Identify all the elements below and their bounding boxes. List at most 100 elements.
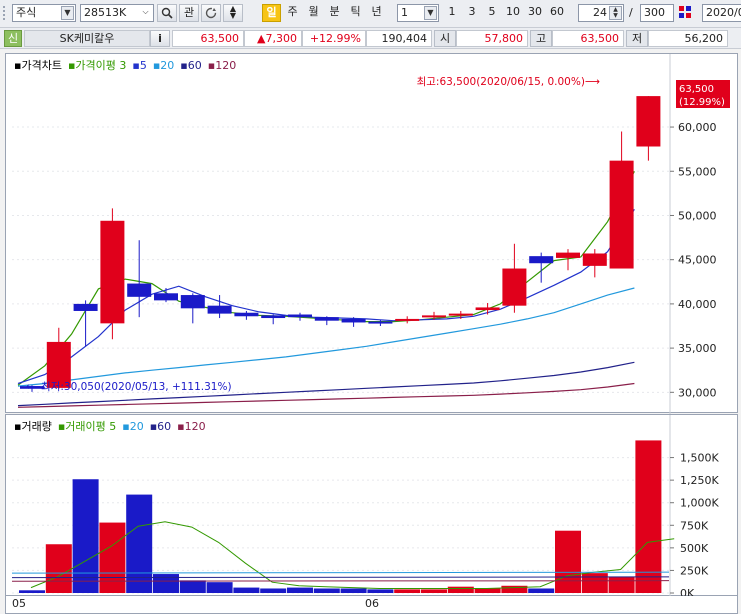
price-y-tick: 50,000	[678, 209, 717, 222]
date-input[interactable]: 2020/0	[702, 4, 741, 22]
volume-bar	[179, 580, 206, 593]
candle-body	[234, 312, 259, 317]
tab-day[interactable]: 일	[262, 4, 281, 22]
badge-new: 신	[4, 30, 22, 47]
candle-body	[422, 315, 446, 318]
preset-5[interactable]: 5	[483, 4, 501, 22]
price-legend: ▪가격차트 ▪가격이평 3 ▪5 ▪20 ▪60 ▪120	[14, 59, 236, 72]
volume-y-tick: 1,500K	[680, 452, 719, 465]
price-y-tick: 35,000	[678, 342, 717, 355]
price-legend-item: ▪가격차트	[14, 59, 62, 72]
chevron-down-icon[interactable]: ▼	[424, 6, 437, 20]
tab-minute[interactable]: 분	[325, 4, 344, 22]
price-y-tick: 60,000	[678, 121, 717, 134]
candle-body	[529, 256, 554, 264]
price-legend-item: ▪20	[153, 59, 174, 72]
volume-bar	[153, 574, 179, 593]
code-input[interactable]: 28513K ⌵	[80, 4, 154, 22]
volume-legend-item: ▪20	[122, 420, 143, 433]
preset-30[interactable]: 30	[525, 4, 545, 22]
preset-10[interactable]: 10	[503, 4, 523, 22]
price-legend-item: ▪60	[180, 59, 201, 72]
current-price-tag-value: 63,500	[679, 84, 714, 95]
volume-chart-panel[interactable]: ▪거래량 ▪거래이평 5 ▪20 ▪60 ▪120 1,500K 1,250K 1,000K…	[5, 414, 739, 600]
volume-bar	[635, 440, 662, 593]
count-input[interactable]: 24 ▲ ▼	[578, 4, 624, 22]
volume-bar	[555, 530, 581, 593]
volume-y-tick: 500K	[680, 542, 709, 555]
link-button[interactable]: 관	[179, 4, 199, 22]
volume-chart-svg[interactable]: ▪거래량 ▪거래이평 5 ▪20 ▪60 ▪120 1,500K 1,250K 1,000K…	[6, 415, 739, 600]
volume-bar	[126, 494, 153, 593]
total-input[interactable]: 300	[640, 4, 674, 22]
volume-bar	[233, 587, 260, 593]
info-button[interactable]: i	[150, 30, 170, 47]
high-annotation: 최고:63,500(2020/06/15, 0.00%)⟶	[417, 76, 600, 88]
open-price: 57,800	[456, 30, 528, 47]
trade-volume: 190,404	[366, 30, 432, 47]
candle-body	[100, 220, 125, 324]
candle-body	[341, 318, 366, 323]
low-price: 56,200	[648, 30, 728, 47]
volume-bar	[447, 586, 474, 593]
volume-legend-item: ▪거래량	[14, 420, 52, 433]
market-select[interactable]: 주식 ▼	[12, 4, 76, 22]
chevron-down-icon[interactable]: ⌵	[139, 6, 152, 20]
tab-week[interactable]: 주	[283, 4, 302, 22]
candle-body	[448, 313, 473, 316]
stepper-button[interactable]: ▲ ▼	[223, 4, 243, 22]
tab-tick[interactable]: 틱	[346, 4, 365, 22]
x-tick-05: 05	[12, 597, 26, 610]
preset-1[interactable]: 1	[443, 4, 461, 22]
price-y-tick: 30,000	[678, 386, 717, 399]
volume-bar	[394, 589, 421, 593]
count-value: 24	[593, 6, 607, 19]
tab-month[interactable]: 월	[304, 4, 323, 22]
count-separator: /	[629, 6, 633, 19]
volume-bar	[19, 590, 45, 593]
spin-icon[interactable]: ▲ ▼	[609, 6, 622, 20]
search-button[interactable]	[157, 4, 177, 22]
market-select-value: 주식	[16, 6, 37, 19]
price-y-tick: 45,000	[678, 254, 717, 267]
code-input-value: 28513K	[84, 6, 127, 19]
price-legend-item: ▪5	[132, 59, 146, 72]
volume-bar	[581, 573, 608, 593]
chevron-down-icon[interactable]: ▼	[61, 6, 74, 20]
candle-body	[261, 315, 286, 319]
price-y-tick: 55,000	[678, 165, 717, 178]
stock-name: SK케미칼우	[24, 30, 150, 47]
settings-icon[interactable]	[678, 5, 694, 21]
volume-y-tick: 1,250K	[680, 474, 719, 487]
chart-toolbar: 주식 ▼ 28513K ⌵ 관 ▲ ▼ 일 주 월 분 틱 년 1 ▼ 1 3 5…	[0, 0, 741, 28]
candle-body	[127, 283, 152, 297]
current-price: 63,500	[172, 30, 244, 47]
price-chart-svg[interactable]: ▪가격차트 ▪가격이평 3 ▪5 ▪20 ▪60 ▪120 60,000 55,000 50,…	[6, 54, 739, 414]
candle-body	[368, 321, 393, 324]
grip-icon	[3, 6, 8, 20]
volume-bar	[206, 582, 233, 593]
candle-body	[636, 96, 661, 147]
volume-legend-item: ▪거래이평 5	[58, 420, 116, 433]
volume-y-tick: 1,000K	[680, 497, 719, 510]
tab-year[interactable]: 년	[367, 4, 386, 22]
volume-y-tick: 750K	[680, 519, 709, 532]
volume-bar	[45, 544, 72, 593]
open-label: 시	[434, 30, 456, 47]
volume-bar	[367, 589, 394, 593]
preset-60[interactable]: 60	[547, 4, 567, 22]
candle-body	[475, 307, 500, 311]
minute-select[interactable]: 1 ▼	[397, 4, 439, 22]
x-axis: 05 06	[5, 596, 738, 614]
price-legend-item: ▪가격이평 3	[68, 59, 126, 72]
candle-body	[180, 295, 205, 309]
price-chart-panel[interactable]: ▪가격차트 ▪가격이평 3 ▪5 ▪20 ▪60 ▪120 60,000 55,000 50,…	[5, 53, 739, 414]
candle-body	[314, 317, 339, 321]
preset-3[interactable]: 3	[463, 4, 481, 22]
quote-bar: 신 SK케미칼우 i 63,500 ▲7,300 +12.99% 190,404…	[0, 28, 741, 49]
current-price-tag-rate: (12.99%)	[679, 97, 725, 108]
refresh-button[interactable]	[201, 4, 221, 22]
low-annotation: ⟵최저:30,050(2020/05/13, +111.31%)	[26, 381, 232, 393]
volume-bar	[99, 522, 126, 593]
candle-body	[154, 293, 178, 301]
